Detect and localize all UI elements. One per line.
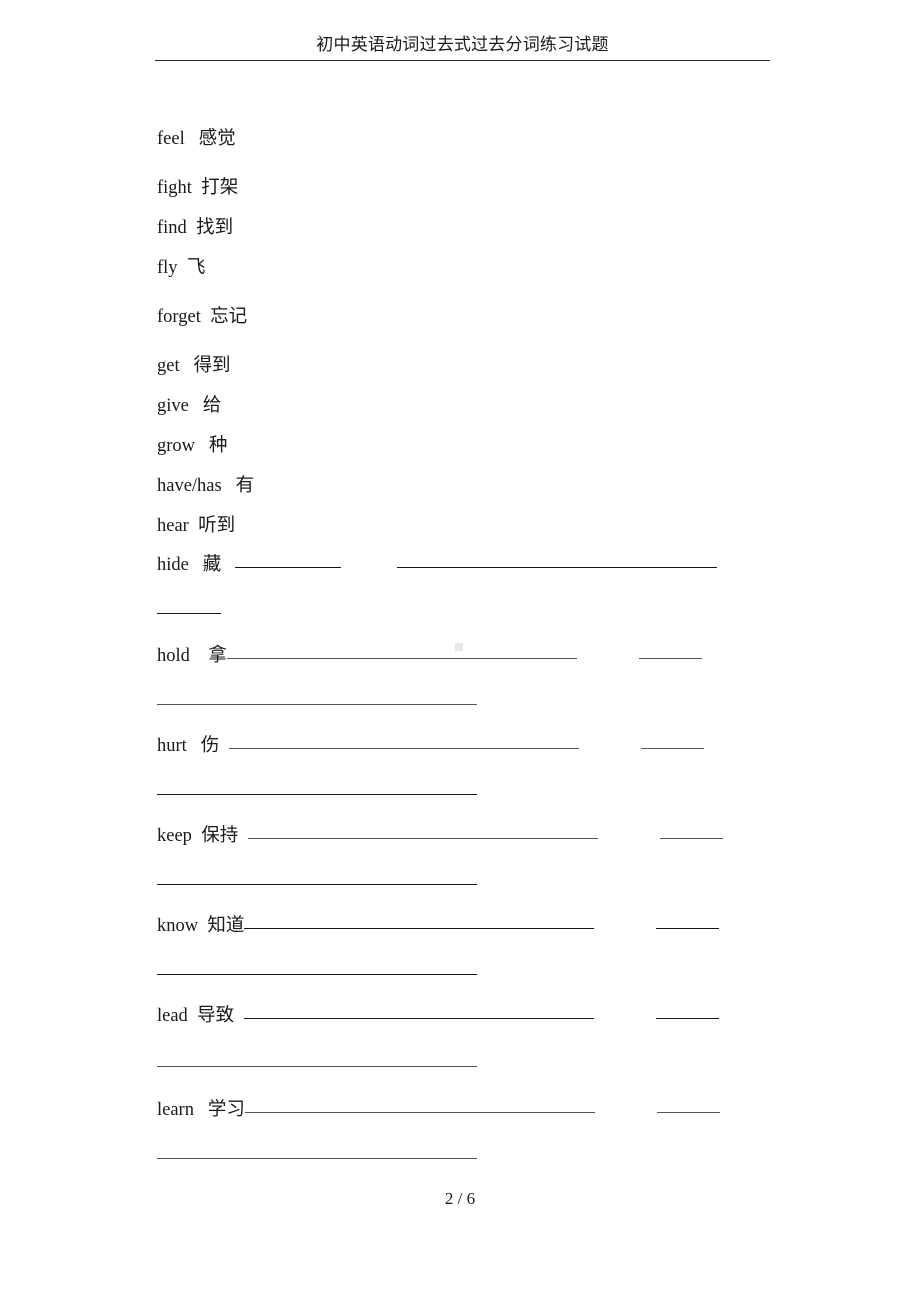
vocab-term: hide (157, 555, 189, 575)
vocab-gloss: 打架 (201, 178, 239, 198)
document-body: feel 感觉 fight 打架 find 找到 fly 飞 forget 忘记… (157, 128, 777, 1167)
answer-blank-continuation[interactable] (157, 974, 477, 975)
answer-blank-continuation[interactable] (157, 1158, 477, 1159)
vocab-gloss: 导致 (197, 1006, 235, 1026)
vocab-gloss: 得到 (193, 356, 231, 376)
vocab-term: hear (157, 516, 189, 536)
vocab-gloss: 忘记 (210, 307, 248, 327)
vocab-term: find (157, 218, 187, 238)
vocab-term: forget (157, 307, 201, 327)
vocab-gloss: 种 (208, 436, 228, 456)
exercise-label: learn 学习 (157, 1099, 245, 1121)
answer-blank-past-participle[interactable] (638, 658, 702, 659)
exercise-row-keep: keep 保持 (157, 825, 777, 893)
vocab-gloss: 拿 (208, 646, 227, 666)
vocab-term: hurt (157, 736, 187, 756)
exercise-row-learn: learn 学习 (157, 1099, 777, 1167)
vocab-gloss: 保持 (201, 826, 239, 846)
answer-blank-past-tense[interactable] (244, 928, 595, 929)
list-item: get 得到 (157, 355, 777, 377)
exercise-label: hold 拿 (157, 645, 227, 667)
answer-blank-past-participle[interactable] (656, 1018, 720, 1019)
exercise-row-hold: hold 拿 (157, 645, 777, 713)
answer-blank-past-tense[interactable] (244, 1112, 595, 1113)
exercise-row-lead: lead 导致 (157, 1005, 777, 1075)
vocab-gloss: 听到 (198, 516, 236, 536)
list-item: grow 种 (157, 435, 777, 457)
answer-blank-past-participle[interactable] (397, 567, 718, 568)
answer-blank-continuation[interactable] (157, 794, 477, 795)
vocab-term: grow (157, 436, 196, 456)
vocab-gloss: 找到 (196, 218, 234, 238)
list-item: forget 忘记 (157, 306, 777, 328)
vocab-term: fly (157, 258, 178, 278)
answer-blank-past-tense[interactable] (244, 1018, 595, 1019)
answer-blank-continuation[interactable] (157, 884, 477, 885)
answer-blank-continuation[interactable] (157, 704, 477, 705)
vocab-term: learn (157, 1100, 194, 1120)
vocab-term: give (157, 396, 189, 416)
vocab-term: hold (157, 646, 190, 666)
vocab-gloss: 知道 (207, 916, 245, 936)
exercise-row-hide: hide 藏 (157, 554, 777, 622)
exercise-label: hide 藏 (157, 554, 221, 576)
answer-blank-past-tense[interactable] (235, 567, 342, 568)
exercise-label: know 知道 (157, 915, 244, 937)
vocab-term: know (157, 916, 199, 936)
answer-blank-past-participle[interactable] (660, 838, 724, 839)
vocab-gloss: 飞 (186, 258, 206, 278)
answer-blank-past-participle[interactable] (656, 928, 720, 929)
answer-blank-past-tense[interactable] (248, 838, 599, 839)
vocab-gloss: 伤 (200, 736, 220, 756)
exercise-row-hurt: hurt 伤 (157, 735, 777, 803)
exercise-row-know: know 知道 (157, 915, 777, 983)
list-item: hear 听到 (157, 515, 777, 537)
vocab-term: have/has (157, 476, 222, 496)
list-item: feel 感觉 (157, 128, 777, 150)
list-item: find 找到 (157, 217, 777, 239)
answer-blank-past-tense[interactable] (226, 658, 577, 659)
list-item: fly 飞 (157, 257, 777, 279)
vocab-term: get (157, 356, 180, 376)
answer-blank-past-tense[interactable] (229, 748, 580, 749)
page-header: 初中英语动词过去式过去分词练习试题 (155, 34, 770, 61)
vocab-gloss: 有 (235, 476, 255, 496)
list-item: give 给 (157, 395, 777, 417)
page-title: 初中英语动词过去式过去分词练习试题 (316, 35, 609, 54)
exercise-label: keep 保持 (157, 825, 238, 847)
page-number: 2 / 6 (444, 1189, 476, 1208)
answer-blank-continuation[interactable] (157, 1066, 477, 1067)
vocab-gloss: 感觉 (198, 129, 236, 149)
list-item: have/has 有 (157, 475, 777, 497)
answer-blank-past-participle[interactable] (641, 748, 705, 749)
vocab-term: fight (157, 178, 192, 198)
answer-blank-past-participle[interactable] (656, 1112, 720, 1113)
answer-blank-continuation[interactable] (157, 613, 221, 614)
vocab-gloss: 给 (202, 396, 222, 416)
vocab-term: feel (157, 129, 185, 149)
exercise-label: lead 导致 (157, 1005, 234, 1027)
vocab-term: lead (157, 1006, 188, 1026)
scan-artifact (455, 643, 463, 651)
exercise-label: hurt 伤 (157, 735, 219, 757)
vocab-gloss: 藏 (202, 555, 222, 575)
page-footer: 2 / 6 (0, 1188, 920, 1210)
list-item: fight 打架 (157, 177, 777, 199)
header-divider (155, 60, 770, 61)
vocab-term: keep (157, 826, 192, 846)
vocab-gloss: 学习 (207, 1100, 245, 1120)
